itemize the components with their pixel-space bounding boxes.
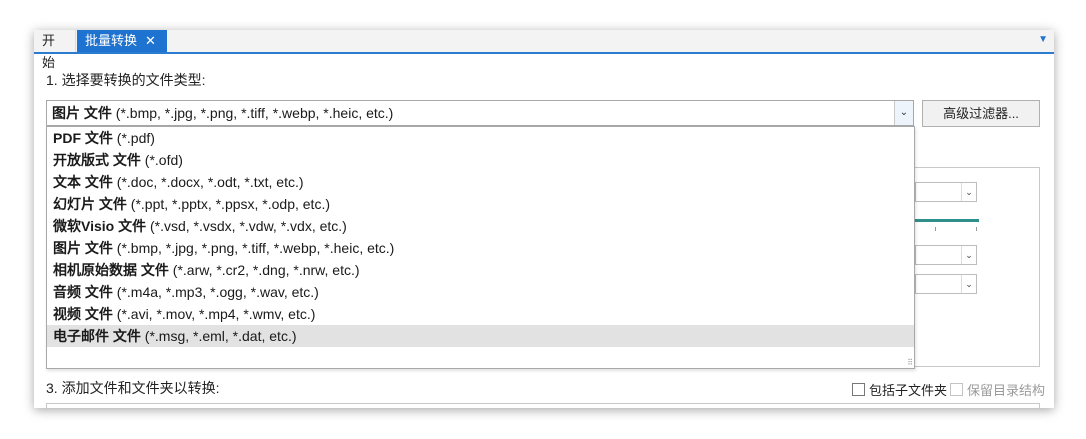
option-name: 开放版式 文件 bbox=[53, 152, 141, 168]
option-select-1[interactable]: ⌄ bbox=[915, 182, 977, 202]
include-subfolders-label: 包括子文件夹 bbox=[869, 383, 948, 398]
option-ext: (*.vsd, *.vsdx, *.vdw, *.vdx, etc.) bbox=[146, 218, 347, 234]
checkbox-box bbox=[950, 383, 963, 396]
option-ext: (*.arw, *.cr2, *.dng, *.nrw, etc.) bbox=[168, 262, 360, 278]
file-type-option-video[interactable]: 视频 文件 (*.avi, *.mov, *.mp4, *.wmv, etc.) bbox=[47, 303, 914, 325]
tab-bar: 开始 批量转换 ✕ ▼ bbox=[34, 30, 1054, 70]
include-subfolders-checkbox[interactable]: 包括子文件夹 bbox=[852, 380, 947, 399]
option-name: 电子邮件 文件 bbox=[53, 328, 141, 344]
chevron-down-icon: ⌄ bbox=[961, 183, 976, 201]
option-name: 图片 文件 bbox=[53, 240, 113, 256]
file-type-option-visio[interactable]: 微软Visio 文件 (*.vsd, *.vsdx, *.vdw, *.vdx,… bbox=[47, 215, 914, 237]
tab-batch-convert[interactable]: 批量转换 ✕ bbox=[77, 30, 167, 52]
option-ext: (*.ppt, *.pptx, *.ppsx, *.odp, etc.) bbox=[126, 196, 330, 212]
file-type-option-email[interactable]: 电子邮件 文件 (*.msg, *.eml, *.dat, etc.) bbox=[47, 325, 914, 347]
option-select-3[interactable]: ⌄ bbox=[915, 274, 977, 294]
chevron-down-icon[interactable]: ⌄ bbox=[894, 101, 913, 125]
option-select-2[interactable]: ⌄ bbox=[915, 245, 977, 265]
option-name: 幻灯片 文件 bbox=[53, 196, 127, 212]
option-name: PDF 文件 bbox=[53, 130, 113, 146]
file-type-option-audio[interactable]: 音频 文件 (*.m4a, *.mp3, *.ogg, *.wav, etc.) bbox=[47, 281, 914, 303]
file-list-area[interactable] bbox=[46, 403, 1040, 408]
file-type-option-camera-raw[interactable]: 相机原始数据 文件 (*.arw, *.cr2, *.dng, *.nrw, e… bbox=[47, 259, 914, 281]
file-type-option-pdf[interactable]: PDF 文件 (*.pdf) bbox=[47, 127, 914, 149]
file-type-dropdown-list: PDF 文件 (*.pdf) 开放版式 文件 (*.ofd) 文本 文件 (*.… bbox=[46, 126, 915, 369]
option-ext: (*.doc, *.docx, *.odt, *.txt, etc.) bbox=[112, 174, 304, 190]
tab-start-label: 开始 bbox=[42, 33, 56, 70]
option-ext: (*.m4a, *.mp3, *.ogg, *.wav, etc.) bbox=[112, 284, 319, 300]
option-ext: (*.pdf) bbox=[112, 130, 155, 146]
resize-grip-icon[interactable]: ⠿ bbox=[907, 358, 913, 367]
option-name: 相机原始数据 文件 bbox=[53, 262, 169, 278]
checkbox-box bbox=[852, 383, 865, 396]
option-ext: (*.avi, *.mov, *.mp4, *.wmv, etc.) bbox=[112, 306, 316, 322]
slider-tick bbox=[976, 227, 977, 231]
file-type-option-slides[interactable]: 幻灯片 文件 (*.ppt, *.pptx, *.ppsx, *.odp, et… bbox=[47, 193, 914, 215]
slider-tick bbox=[935, 227, 936, 231]
tab-menu-chevron-icon[interactable]: ▼ bbox=[1038, 34, 1048, 45]
converter-window: 开始 批量转换 ✕ ▼ 1. 选择要转换的文件类型: 图片 文件 (*.bmp, … bbox=[34, 30, 1054, 408]
file-type-select[interactable]: 图片 文件 (*.bmp, *.jpg, *.png, *.tiff, *.we… bbox=[46, 100, 914, 126]
advanced-filter-button[interactable]: 高级过滤器... bbox=[922, 100, 1040, 127]
option-name: 视频 文件 bbox=[53, 306, 113, 322]
file-type-option-image[interactable]: 图片 文件 (*.bmp, *.jpg, *.png, *.tiff, *.we… bbox=[47, 237, 914, 259]
option-name: 微软Visio 文件 bbox=[53, 218, 147, 234]
chevron-down-icon: ⌄ bbox=[961, 246, 976, 264]
tab-start[interactable]: 开始 bbox=[34, 30, 76, 70]
option-ext: (*.msg, *.eml, *.dat, etc.) bbox=[140, 328, 297, 344]
option-name: 音频 文件 bbox=[53, 284, 113, 300]
file-type-option-ofd[interactable]: 开放版式 文件 (*.ofd) bbox=[47, 149, 914, 171]
file-type-selected-ext: (*.bmp, *.jpg, *.png, *.tiff, *.webp, *.… bbox=[111, 105, 394, 121]
keep-structure-checkbox[interactable]: 保留目录结构 bbox=[950, 380, 1045, 399]
tab-batch-convert-label: 批量转换 bbox=[85, 33, 138, 48]
step1-label: 1. 选择要转换的文件类型: bbox=[46, 72, 206, 88]
option-ext: (*.bmp, *.jpg, *.png, *.tiff, *.webp, *.… bbox=[112, 240, 395, 256]
file-type-selected-name: 图片 文件 bbox=[52, 105, 112, 121]
step3-label: 3. 添加文件和文件夹以转换: bbox=[46, 380, 220, 396]
chevron-down-icon: ⌄ bbox=[961, 275, 976, 293]
keep-structure-label: 保留目录结构 bbox=[967, 383, 1046, 398]
file-type-option-text[interactable]: 文本 文件 (*.doc, *.docx, *.odt, *.txt, etc.… bbox=[47, 171, 914, 193]
quality-slider[interactable] bbox=[915, 219, 979, 222]
option-name: 文本 文件 bbox=[53, 174, 113, 190]
option-ext: (*.ofd) bbox=[140, 152, 183, 168]
close-icon[interactable]: ✕ bbox=[145, 33, 156, 48]
